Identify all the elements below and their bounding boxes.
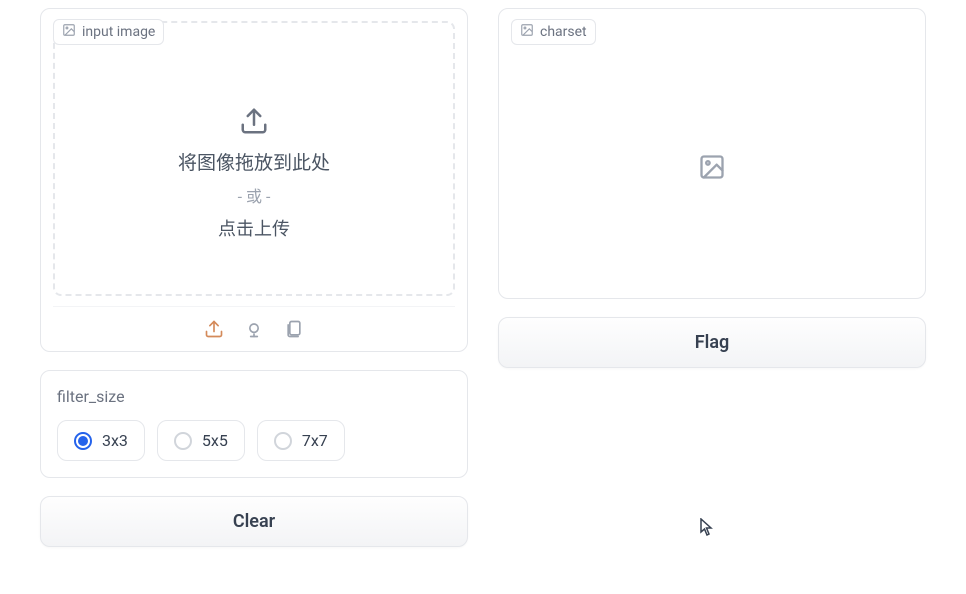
filter-option-5x5[interactable]: 5x5: [157, 420, 245, 461]
filter-option-label: 7x7: [302, 431, 328, 450]
filter-option-label: 5x5: [202, 431, 228, 450]
dropzone-click-text: 点击上传: [218, 215, 290, 241]
radio-icon: [74, 432, 92, 450]
image-dropzone[interactable]: 将图像拖放到此处 - 或 - 点击上传: [53, 21, 455, 296]
filter-option-3x3[interactable]: 3x3: [57, 420, 145, 461]
image-icon: [62, 23, 76, 41]
image-icon: [520, 23, 534, 41]
left-column: input image 将图像拖放到此处 - 或 - 点击上传: [40, 8, 468, 547]
input-toolbar: [53, 306, 455, 339]
filter-size-card: filter_size 3x3 5x5 7x7: [40, 370, 468, 478]
input-image-label: input image: [53, 19, 164, 45]
upload-tool-icon[interactable]: [204, 319, 224, 339]
radio-icon: [174, 432, 192, 450]
upload-icon: [239, 106, 269, 140]
filter-option-label: 3x3: [102, 431, 128, 450]
charset-card: charset: [498, 8, 926, 299]
dropzone-or-text: - 或 -: [238, 183, 271, 207]
charset-output: [511, 21, 913, 286]
filter-options: 3x3 5x5 7x7: [57, 420, 451, 461]
clear-button[interactable]: Clear: [40, 496, 468, 547]
image-placeholder-icon: [698, 153, 726, 185]
filter-option-7x7[interactable]: 7x7: [257, 420, 345, 461]
radio-icon: [274, 432, 292, 450]
paste-icon[interactable]: [284, 319, 304, 339]
camera-icon[interactable]: [244, 319, 264, 339]
charset-label-text: charset: [540, 24, 587, 40]
flag-button[interactable]: Flag: [498, 317, 926, 368]
input-image-card: input image 将图像拖放到此处 - 或 - 点击上传: [40, 8, 468, 352]
right-column: charset Flag: [498, 8, 926, 547]
dropzone-drag-text: 将图像拖放到此处: [178, 148, 330, 175]
charset-label: charset: [511, 19, 596, 45]
input-image-label-text: input image: [82, 24, 155, 40]
filter-title: filter_size: [57, 387, 451, 406]
